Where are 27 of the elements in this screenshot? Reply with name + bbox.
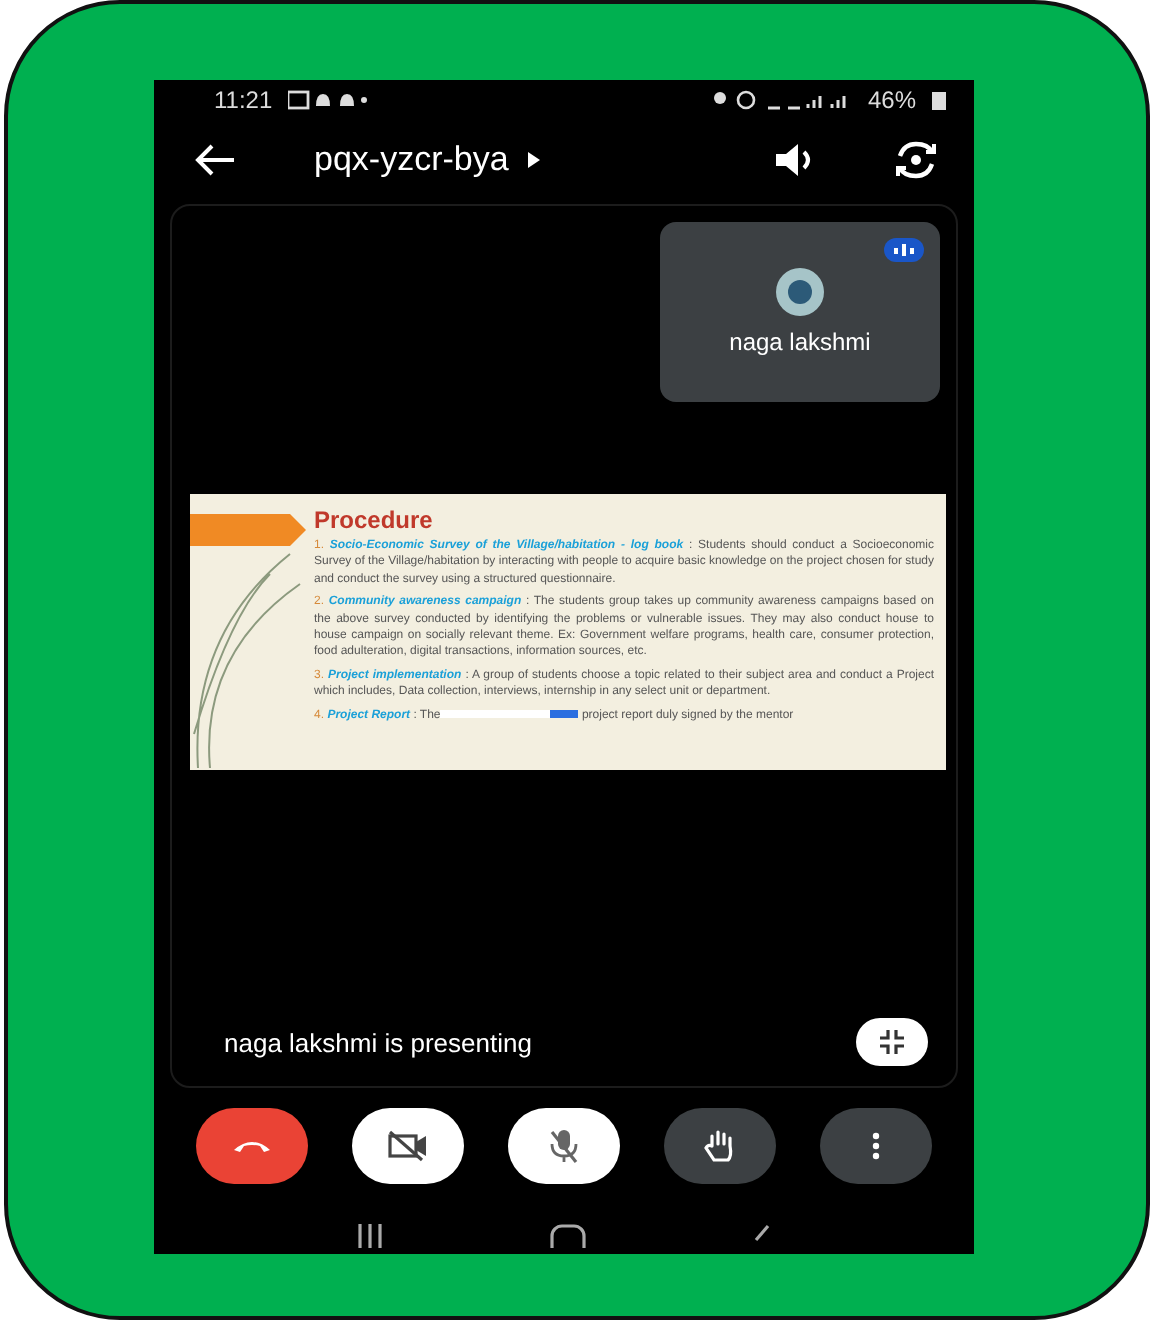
collapse-icon: [878, 1028, 906, 1056]
notification-icons: [288, 90, 369, 110]
avatar-icon: [776, 268, 824, 316]
microphone-off-icon: [548, 1128, 580, 1164]
status-time: 11:21: [214, 86, 273, 114]
recent-apps-icon[interactable]: [356, 1224, 385, 1248]
presenting-label: naga lakshmi is presenting: [224, 1027, 534, 1057]
switch-camera-icon[interactable]: [894, 140, 938, 180]
home-icon[interactable]: [549, 1224, 586, 1248]
minimize-button[interactable]: [856, 1018, 928, 1066]
more-icon: [872, 1132, 880, 1160]
participant-name: naga lakshmi: [729, 328, 871, 356]
microphone-button[interactable]: [508, 1108, 620, 1184]
battery-level: 46%: [867, 86, 916, 114]
hand-icon: [704, 1128, 736, 1164]
slide-title: Procedure: [314, 506, 435, 534]
camera-off-icon: [386, 1130, 430, 1162]
participant-tile[interactable]: naga lakshmi: [660, 222, 940, 402]
raise-hand-button[interactable]: [664, 1108, 776, 1184]
caret-icon[interactable]: [528, 152, 541, 168]
meeting-code[interactable]: pqx-yzcr-bya: [314, 140, 509, 180]
signal-icons: [711, 90, 852, 110]
battery-icon: [932, 90, 946, 110]
phone-icon: [232, 1138, 272, 1154]
back-arrow-icon[interactable]: [194, 142, 238, 178]
camera-button[interactable]: [352, 1108, 464, 1184]
hang-up-button[interactable]: [196, 1108, 308, 1184]
